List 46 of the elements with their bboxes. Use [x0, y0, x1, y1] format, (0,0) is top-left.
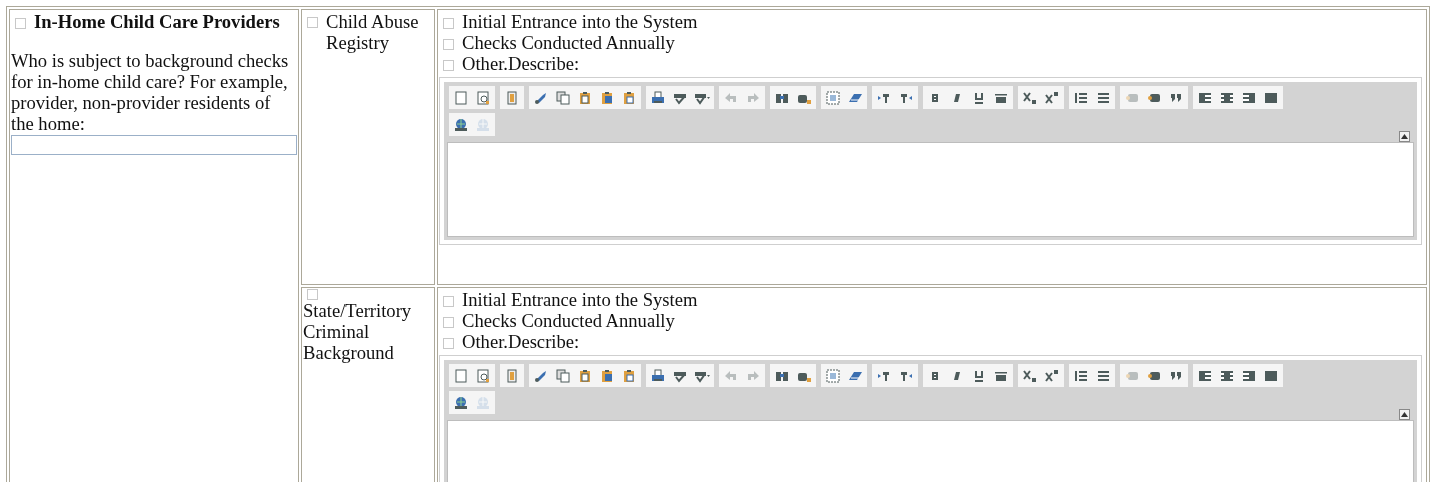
- clipboard-icon: [621, 367, 637, 384]
- question-text: Who is subject to background checks for in-home child care? For example, provider, non-provider residents of the home:: [11, 50, 290, 134]
- option-label: Checks Conducted Annually: [462, 32, 675, 53]
- printer-icon: [650, 367, 666, 384]
- option-label: Checks Conducted Annually: [462, 310, 675, 331]
- blank-page-icon: [453, 367, 469, 384]
- checkbox[interactable]: [307, 289, 318, 300]
- clipboard-icon: [599, 367, 615, 384]
- clipboard-icon: [599, 89, 615, 106]
- printer-icon: [650, 89, 666, 106]
- collapse-button[interactable]: [1399, 409, 1410, 420]
- page-magnifier-icon: [475, 89, 491, 106]
- blank-page-icon: [453, 89, 469, 106]
- checkbox[interactable]: [443, 296, 454, 307]
- clipboard-icon: [577, 367, 593, 384]
- select-all-icon: [825, 367, 841, 384]
- checkbox[interactable]: [15, 18, 26, 29]
- checkbox[interactable]: [443, 317, 454, 328]
- triangle-up-icon: [1401, 134, 1408, 139]
- copy-icon: [555, 89, 571, 106]
- option-label: Other.Describe:: [462, 331, 580, 352]
- option-label: Initial Entrance into the System: [462, 289, 698, 310]
- option-label: Other.Describe:: [462, 53, 580, 74]
- check-type-label: Child Abuse Registry: [326, 11, 420, 53]
- checkbox[interactable]: [443, 60, 454, 71]
- checkbox[interactable]: [443, 18, 454, 29]
- globe-unlink-icon: [475, 394, 491, 411]
- answer-field[interactable]: [11, 135, 297, 155]
- clipboard-icon: [577, 89, 593, 106]
- select-all-icon: [825, 89, 841, 106]
- section-title: In-Home Child Care Providers: [34, 11, 280, 32]
- clipboard-icon: [621, 89, 637, 106]
- superscript-icon: [1044, 89, 1060, 106]
- globe-link-icon: [453, 116, 469, 133]
- page-magnifier-icon: [475, 367, 491, 384]
- superscript-icon: [1044, 367, 1060, 384]
- checkbox[interactable]: [307, 17, 318, 28]
- option-label: Initial Entrance into the System: [462, 11, 698, 32]
- globe-unlink-icon: [475, 116, 491, 133]
- checkbox[interactable]: [443, 338, 454, 349]
- check-type-label: State/Territory Criminal Background: [303, 300, 413, 363]
- copy-icon: [555, 367, 571, 384]
- collapse-button[interactable]: [1399, 131, 1410, 142]
- globe-link-icon: [453, 394, 469, 411]
- triangle-up-icon: [1401, 412, 1408, 417]
- checkbox[interactable]: [443, 39, 454, 50]
